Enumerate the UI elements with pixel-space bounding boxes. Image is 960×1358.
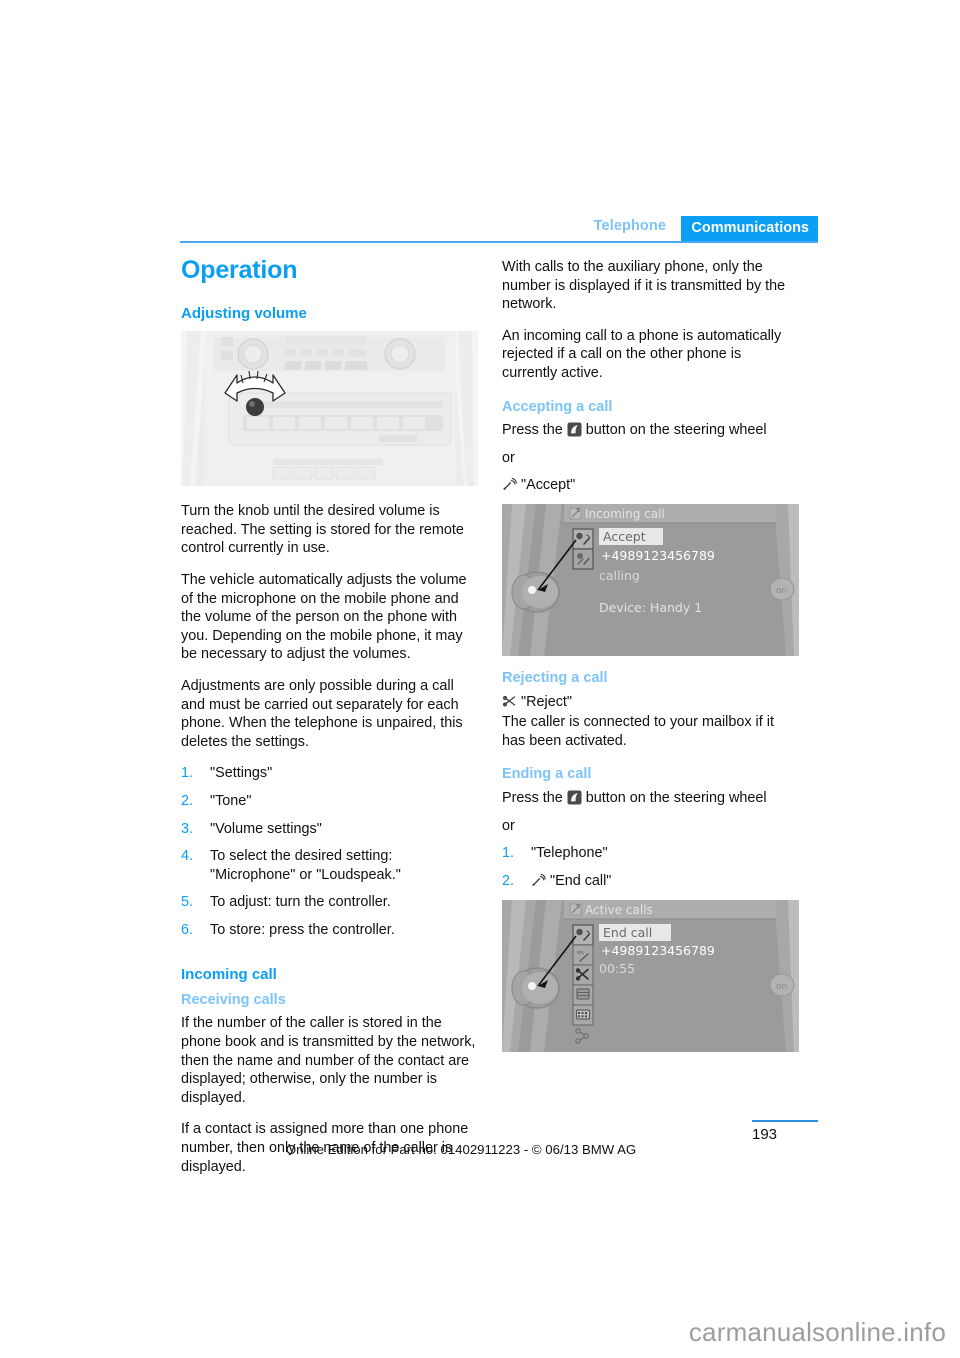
screen-number-incoming: +4989123456789 [601, 548, 715, 563]
step-text: "Volume settings" [210, 820, 322, 837]
press-suffix-label: button on the steering wheel [581, 422, 767, 439]
svg-text:on: on [577, 950, 584, 956]
reject-voice-command: "Reject" [521, 693, 573, 710]
radio-panel-illustration [181, 331, 478, 487]
paragraph-accept-voice: "Accept" [502, 476, 800, 495]
paragraph-accept-press: Press the button on the steering wheel [502, 421, 800, 440]
step-number: 2. [181, 792, 194, 809]
paragraph-reject-voice: "Reject" [502, 693, 800, 712]
figure-incoming-call-screen: Incoming call Accept +4989123456789 call… [502, 504, 799, 657]
screen-back-label-active: on [776, 982, 787, 992]
paragraph-end-press: Press the button on the steering wheel [502, 789, 800, 808]
paragraph-end-or: or [502, 817, 515, 834]
accept-voice-command: "Accept" [521, 477, 576, 494]
step-text: "Tone" [210, 792, 252, 809]
step-number: 1. [502, 845, 515, 862]
step-number: 2. [502, 872, 515, 889]
header-section-tab[interactable]: Communications [681, 216, 818, 241]
list-item: 1. "Telephone" [502, 844, 800, 863]
screen-title-incoming: Incoming call [585, 507, 665, 521]
step-number: 4. [181, 848, 194, 865]
list-item: 6. To store: press the controller. [181, 921, 479, 940]
incoming-call-display: Incoming call Accept +4989123456789 call… [502, 504, 799, 657]
step-number: 5. [181, 894, 194, 911]
heading-ending-a-call: Ending a call [502, 766, 592, 783]
figure-radio-control-panel: 4911340_en [181, 331, 478, 487]
steering-wheel-phone-button-icon [567, 422, 582, 437]
heading-receiving-calls: Receiving calls [181, 991, 286, 1008]
step-text-line2: "Microphone" or "Loudspeak." [210, 866, 401, 883]
running-header: Telephone Communications [180, 216, 818, 243]
list-item: 2. "End call" [502, 872, 800, 891]
list-item: 5. To adjust: turn the controller. [181, 893, 479, 912]
step-number: 6. [181, 921, 194, 938]
screen-call-duration: 00:55 [599, 961, 635, 976]
figure-active-calls-screen: Active calls on End call +4989123456789 … [502, 899, 799, 1052]
paragraph-auto-reject: An incoming call to a phone is automatic… [502, 327, 782, 381]
figure-vertical-caption: 4911340_en [470, 482, 476, 486]
step-text: "End call" [550, 872, 612, 889]
paragraph-auxiliary-phone: With calls to the auxiliary phone, only … [502, 259, 786, 313]
screen-number-active: +4989123456789 [601, 943, 715, 958]
right-column: With calls to the auxiliary phone, only … [502, 258, 800, 1066]
step-text: "Settings" [210, 765, 273, 782]
heading-adjusting-volume: Adjusting volume [181, 305, 307, 322]
list-item: 3. "Volume settings" [181, 820, 479, 839]
footer-rule [752, 1120, 818, 1122]
page-number: 193 [752, 1126, 778, 1143]
left-column: Operation Adjusting volume Turn the knob… [181, 258, 479, 1189]
header-chapter-tab[interactable]: Telephone [594, 218, 666, 234]
step-text: "Telephone" [531, 845, 608, 862]
paragraph-reject-mailbox: The caller is connected to your mailbox … [502, 714, 774, 749]
screen-highlight-accept: Accept [603, 529, 646, 544]
screen-highlight-end-call: End call [603, 925, 652, 940]
ending-call-steps-list: 1. "Telephone" 2. "End call" [502, 844, 800, 890]
steering-wheel-phone-button-icon [567, 790, 582, 805]
reject-call-icon [502, 694, 517, 709]
screen-status-calling: calling [599, 568, 640, 583]
step-number: 1. [181, 765, 194, 782]
screen-back-label: on [776, 586, 787, 596]
step-text: To select the desired setting: [210, 848, 393, 865]
paragraph-receiving-1: If the number of the caller is stored in… [181, 1015, 476, 1106]
press-suffix-label-end: button on the steering wheel [581, 790, 767, 807]
screen-device-label: Device: Handy 1 [599, 600, 702, 615]
active-calls-display: Active calls on End call +4989123456789 … [502, 899, 799, 1052]
speech-command-icon [502, 477, 517, 492]
paragraph-volume-1: Turn the knob until the desired volume i… [181, 503, 464, 557]
screen-title-active: Active calls [585, 903, 653, 917]
volume-steps-list: 1. "Settings" 2. "Tone" 3. "Volume setti… [181, 764, 479, 939]
press-the-label-end: Press the [502, 790, 567, 807]
list-item: 1. "Settings" [181, 764, 479, 783]
manual-page: Telephone Communications Operation Adjus… [0, 0, 960, 1358]
page-title: Operation [181, 256, 298, 284]
heading-incoming-call: Incoming call [181, 965, 277, 983]
speech-command-icon [531, 873, 546, 888]
heading-accepting-a-call: Accepting a call [502, 398, 613, 415]
site-watermark: carmanualsonline.info [688, 1317, 946, 1347]
edition-notice: Online Edition for Part no. 01402911223 … [285, 1142, 637, 1157]
header-rule [180, 241, 818, 243]
paragraph-accept-or: or [502, 449, 515, 466]
step-text: To adjust: turn the controller. [210, 894, 391, 911]
step-number: 3. [181, 820, 194, 837]
step-text: To store: press the controller. [210, 921, 395, 938]
press-the-label: Press the [502, 422, 567, 439]
list-item: 2. "Tone" [181, 792, 479, 811]
paragraph-volume-2: The vehicle automatically adjusts the vo… [181, 572, 467, 663]
paragraph-volume-3: Adjustments are only possible during a c… [181, 678, 463, 750]
list-item: 4. To select the desired setting: "Micro… [181, 847, 479, 884]
heading-rejecting-a-call: Rejecting a call [502, 670, 608, 687]
